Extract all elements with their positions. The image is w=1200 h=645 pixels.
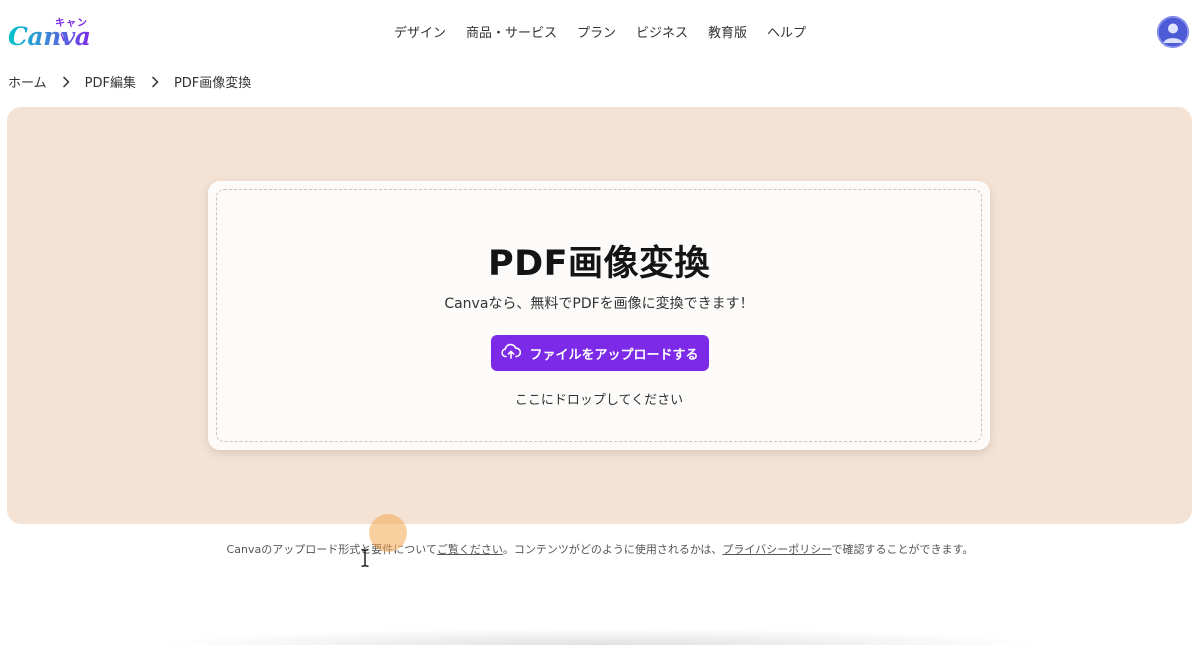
click-highlight: [369, 514, 407, 552]
breadcrumb-home[interactable]: ホーム: [8, 72, 47, 91]
nav-item-design[interactable]: デザイン: [394, 22, 446, 41]
text-cursor-icon: [360, 548, 370, 568]
footer-text-3: で確認することができます。: [831, 543, 974, 556]
nav-item-business[interactable]: ビジネス: [636, 22, 688, 41]
nav-item-education[interactable]: 教育版: [708, 22, 747, 41]
chevron-right-icon: [136, 75, 174, 88]
user-avatar-icon[interactable]: [1157, 16, 1189, 48]
footer-text-1: Canvaのアップロード形式と要件について: [226, 543, 437, 556]
cloud-upload-icon: [501, 343, 522, 363]
footer-note: Canvaのアップロード形式と要件についてご覧ください。コンテンツがどのように使…: [0, 541, 1200, 557]
requirements-link[interactable]: ご覧ください: [437, 543, 503, 556]
privacy-policy-link[interactable]: プライバシーポリシー: [722, 543, 831, 556]
dropzone[interactable]: PDF画像変換 Canvaなら、無料でPDFを画像に変換できます！ ファイルをア…: [216, 189, 982, 442]
chevron-right-icon: [47, 75, 85, 88]
upload-button-label: ファイルをアップロードする: [529, 347, 699, 363]
page-title: PDF画像変換: [487, 244, 711, 284]
drop-hint: ここにドロップしてください: [514, 393, 684, 408]
page: キャンバ Canva デザイン 商品・サービス プラン ビジネス 教育版 ヘルプ…: [0, 0, 1200, 645]
top-header: キャンバ Canva デザイン 商品・サービス プラン ビジネス 教育版 ヘルプ: [0, 0, 1200, 64]
breadcrumb: ホーム PDF編集 PDF画像変換: [8, 72, 251, 91]
main-nav: デザイン 商品・サービス プラン ビジネス 教育版 ヘルプ: [0, 22, 1200, 41]
hero-section: PDF画像変換 Canvaなら、無料でPDFを画像に変換できます！ ファイルをア…: [7, 107, 1192, 524]
breadcrumb-current: PDF画像変換: [173, 76, 252, 91]
nav-item-plans[interactable]: プラン: [577, 22, 616, 41]
nav-item-help[interactable]: ヘルプ: [767, 22, 806, 41]
nav-item-products[interactable]: 商品・サービス: [466, 22, 557, 41]
page-subtitle: Canvaなら、無料でPDFを画像に変換できます！: [444, 296, 754, 312]
footer-text-2: 。コンテンツがどのように使用されるかは、: [502, 543, 723, 556]
upload-card: PDF画像変換 Canvaなら、無料でPDFを画像に変換できます！ ファイルをア…: [208, 181, 990, 450]
bottom-shadow: [150, 628, 1050, 645]
breadcrumb-pdf-edit[interactable]: PDF編集: [85, 72, 136, 91]
upload-file-button[interactable]: ファイルをアップロードする: [491, 335, 709, 371]
